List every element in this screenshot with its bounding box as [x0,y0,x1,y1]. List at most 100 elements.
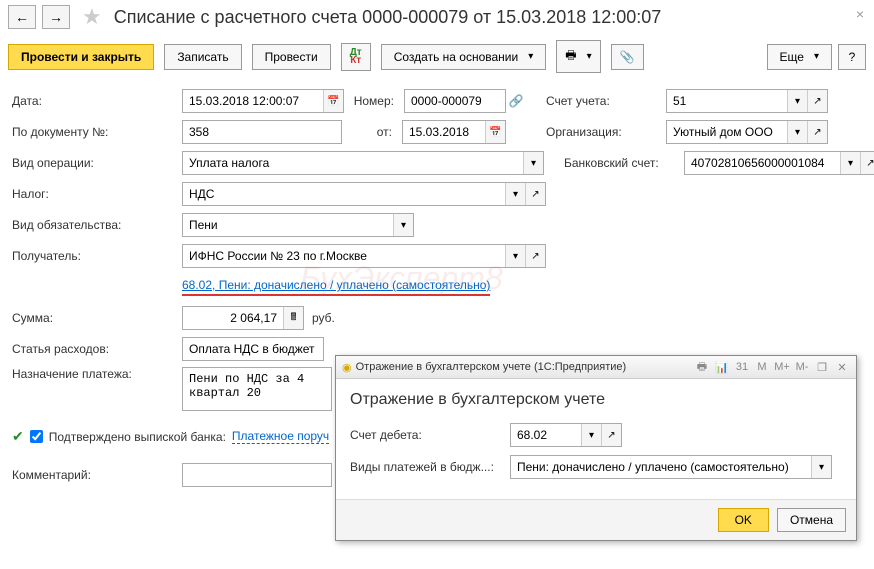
optype-input[interactable] [183,152,523,174]
memory-mplus-icon[interactable]: M+ [774,359,790,375]
confirmed-label: Подтверждено выпиской банка: [49,430,226,444]
cancel-button[interactable]: Отмена [777,508,846,532]
nav-back-button[interactable]: ← [8,5,36,29]
from-label: от: [342,125,402,139]
memory-m-icon[interactable]: M [754,359,770,375]
tax-input-group[interactable]: ▾ ↗ [182,182,546,206]
obligation-label: Вид обязательства: [12,218,182,232]
calendar-icon[interactable]: 📅 [485,121,505,143]
payment-type-input[interactable] [511,456,811,478]
create-based-on-button[interactable]: Создать на основании [381,44,547,70]
currency-label: руб. [312,311,335,325]
bankacc-label: Банковский счет: [564,156,684,170]
from-input-group[interactable]: 📅 [402,120,506,144]
sum-label: Сумма: [12,311,182,325]
dropdown-icon[interactable]: ▾ [811,456,831,478]
dtkt-button[interactable]: ДтКт [341,43,371,71]
dropdown-icon[interactable]: ▾ [787,121,807,143]
comment-input-group[interactable] [182,463,332,487]
docnum-input[interactable] [183,121,341,143]
link-icon: 🔗 [506,94,526,108]
open-icon[interactable]: ↗ [807,90,827,112]
date-input[interactable] [183,90,323,112]
tax-label: Налог: [12,187,182,201]
purpose-label: Назначение платежа: [12,367,182,381]
recipient-input[interactable] [183,245,505,267]
dropdown-icon[interactable]: ▾ [840,152,860,174]
reflection-link[interactable]: 68.02, Пени: доначислено / уплачено (сам… [182,278,490,292]
sum-input-group[interactable]: 🖩 [182,306,304,330]
calc-icon[interactable]: 🖩 [283,307,303,329]
window-restore-icon[interactable]: ❐ [814,359,830,375]
favorite-star-icon[interactable]: ★ [82,4,102,30]
save-button[interactable]: Записать [164,44,241,70]
org-input[interactable] [667,121,787,143]
post-and-close-button[interactable]: Провести и закрыть [8,44,154,70]
more-button[interactable]: Еще [767,44,832,70]
account-label: Счет учета: [546,94,666,108]
checkmark-icon: ✔ [12,428,24,445]
dropdown-icon[interactable]: ▾ [581,424,601,446]
recipient-input-group[interactable]: ▾ ↗ [182,244,546,268]
memory-mminus-icon[interactable]: M- [794,359,810,375]
help-button[interactable]: ? [838,44,866,70]
dropdown-icon[interactable]: ▾ [523,152,543,174]
print-button[interactable]: 🖶 [556,40,600,73]
expense-label: Статья расходов: [12,342,182,356]
calendar-icon[interactable]: 📅 [323,90,343,112]
number-input-group[interactable] [404,89,506,113]
open-icon[interactable]: ↗ [601,424,621,446]
sum-input[interactable] [183,307,283,329]
page-title: Списание с расчетного счета 0000-000079 … [114,7,662,28]
docnum-input-group[interactable] [182,120,342,144]
open-icon[interactable]: ↗ [525,183,545,205]
optype-label: Вид операции: [12,156,182,170]
comment-input[interactable] [183,464,329,486]
org-input-group[interactable]: ▾ ↗ [666,120,828,144]
nav-forward-button[interactable]: → [42,5,70,29]
debit-account-input[interactable] [511,424,581,446]
dropdown-icon[interactable]: ▾ [787,90,807,112]
open-icon[interactable]: ↗ [807,121,827,143]
payment-type-input-group[interactable]: ▾ [510,455,832,479]
expense-input[interactable] [183,338,323,360]
save-icon[interactable]: 📊 [714,359,730,375]
obligation-input[interactable] [183,214,393,236]
open-icon[interactable]: ↗ [860,152,874,174]
date-input-group[interactable]: 📅 [182,89,344,113]
account-input[interactable] [667,90,787,112]
close-icon[interactable]: ✕ [834,359,850,375]
account-input-group[interactable]: ▾ ↗ [666,89,828,113]
obligation-input-group[interactable]: ▾ [182,213,414,237]
app-icon: ◉ [342,361,352,374]
calendar-icon[interactable]: 31 [734,359,750,375]
bankacc-input[interactable] [685,152,840,174]
confirmed-checkbox[interactable] [30,430,43,443]
post-button[interactable]: Провести [252,44,331,70]
print-icon[interactable]: 🖶 [694,359,710,375]
modal-heading: Отражение в бухгалтерском учете [350,391,842,409]
date-label: Дата: [12,94,182,108]
from-input[interactable] [403,121,485,143]
comment-label: Комментарий: [12,468,182,482]
debit-account-label: Счет дебета: [350,428,510,442]
dropdown-icon[interactable]: ▾ [505,245,525,267]
payment-type-label: Виды платежей в бюдж...: [350,460,510,474]
open-icon[interactable]: ↗ [525,245,545,267]
accounting-reflection-dialog: ◉ Отражение в бухгалтерском учете (1С:Пр… [335,355,857,541]
attach-button[interactable]: 📎 [611,44,644,70]
org-label: Организация: [546,125,666,139]
dropdown-icon[interactable]: ▾ [393,214,413,236]
tax-input[interactable] [183,183,505,205]
debit-account-input-group[interactable]: ▾ ↗ [510,423,622,447]
optype-input-group[interactable]: ▾ [182,151,544,175]
expense-input-group[interactable] [182,337,324,361]
purpose-textarea[interactable] [182,367,332,411]
number-input[interactable] [405,90,505,112]
number-label: Номер: [344,94,404,108]
dropdown-icon[interactable]: ▾ [505,183,525,205]
bankacc-input-group[interactable]: ▾ ↗ [684,151,874,175]
close-icon[interactable]: × [856,6,864,22]
ok-button[interactable]: OK [718,508,769,532]
payment-order-link[interactable]: Платежное поруч [232,429,329,444]
